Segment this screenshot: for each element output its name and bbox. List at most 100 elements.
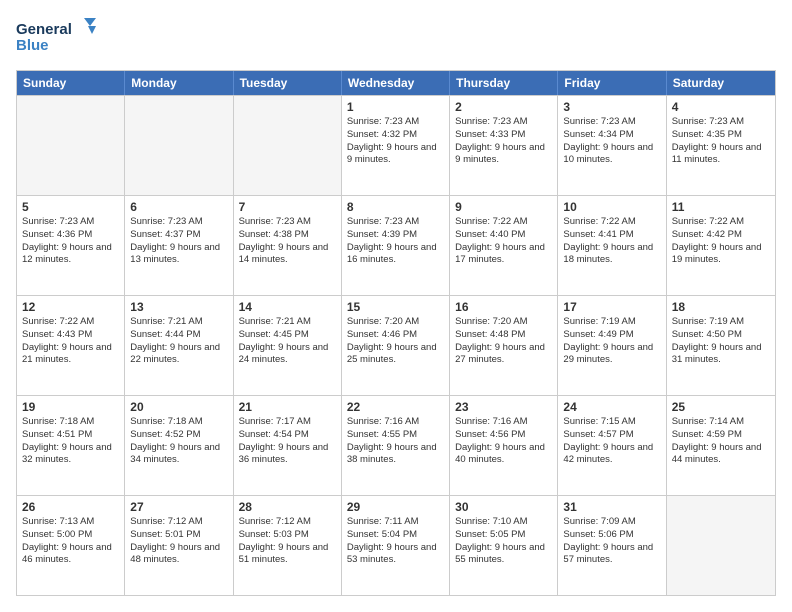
day-number: 9 bbox=[455, 200, 552, 214]
day-info: Sunrise: 7:12 AM Sunset: 5:03 PM Dayligh… bbox=[239, 516, 336, 567]
day-info: Sunrise: 7:10 AM Sunset: 5:05 PM Dayligh… bbox=[455, 516, 552, 567]
calendar-day-13: 13 Sunrise: 7:21 AM Sunset: 4:44 PM Dayli… bbox=[125, 296, 233, 395]
day-info: Sunrise: 7:12 AM Sunset: 5:01 PM Dayligh… bbox=[130, 516, 227, 567]
day-info: Sunrise: 7:19 AM Sunset: 4:49 PM Dayligh… bbox=[563, 316, 660, 367]
calendar-day-28: 28 Sunrise: 7:12 AM Sunset: 5:03 PM Dayli… bbox=[234, 496, 342, 595]
calendar-header: SundayMondayTuesdayWednesdayThursdayFrid… bbox=[17, 71, 775, 95]
calendar-day-20: 20 Sunrise: 7:18 AM Sunset: 4:52 PM Dayli… bbox=[125, 396, 233, 495]
calendar-day-15: 15Sunrise: 7:20 AM Sunset: 4:46 PM Dayli… bbox=[342, 296, 450, 395]
weekday-header: Thursday bbox=[450, 71, 558, 95]
day-info: Sunrise: 7:18 AM Sunset: 4:52 PM Dayligh… bbox=[130, 416, 227, 467]
day-number: 19 bbox=[22, 400, 119, 414]
day-info: Sunrise: 7:20 AM Sunset: 4:48 PM Dayligh… bbox=[455, 316, 552, 367]
calendar-row: 26Sunrise: 7:13 AM Sunset: 5:00 PM Dayli… bbox=[17, 495, 775, 595]
day-info: Sunrise: 7:23 AM Sunset: 4:34 PM Dayligh… bbox=[563, 116, 660, 167]
day-info: Sunrise: 7:22 AM Sunset: 4:42 PM Dayligh… bbox=[672, 216, 770, 267]
day-number: 12 bbox=[22, 300, 119, 314]
day-number: 2 bbox=[455, 100, 552, 114]
day-number: 8 bbox=[347, 200, 444, 214]
calendar-day-16: 16 Sunrise: 7:20 AM Sunset: 4:48 PM Dayli… bbox=[450, 296, 558, 395]
day-info: Sunrise: 7:20 AM Sunset: 4:46 PM Dayligh… bbox=[347, 316, 444, 367]
day-number: 27 bbox=[130, 500, 227, 514]
day-number: 30 bbox=[455, 500, 552, 514]
weekday-header: Wednesday bbox=[342, 71, 450, 95]
day-number: 11 bbox=[672, 200, 770, 214]
day-info: Sunrise: 7:16 AM Sunset: 4:55 PM Dayligh… bbox=[347, 416, 444, 467]
day-number: 26 bbox=[22, 500, 119, 514]
calendar-day-23: 23 Sunrise: 7:16 AM Sunset: 4:56 PM Dayli… bbox=[450, 396, 558, 495]
day-number: 1 bbox=[347, 100, 444, 114]
logo-svg: General Blue bbox=[16, 16, 96, 60]
calendar-day-9: 9 Sunrise: 7:22 AM Sunset: 4:40 PM Daylig… bbox=[450, 196, 558, 295]
day-number: 3 bbox=[563, 100, 660, 114]
day-info: Sunrise: 7:23 AM Sunset: 4:36 PM Dayligh… bbox=[22, 216, 119, 267]
calendar-row: 19 Sunrise: 7:18 AM Sunset: 4:51 PM Dayli… bbox=[17, 395, 775, 495]
day-number: 10 bbox=[563, 200, 660, 214]
day-number: 16 bbox=[455, 300, 552, 314]
day-number: 5 bbox=[22, 200, 119, 214]
day-number: 7 bbox=[239, 200, 336, 214]
day-info: Sunrise: 7:11 AM Sunset: 5:04 PM Dayligh… bbox=[347, 516, 444, 567]
calendar-day-29: 29 Sunrise: 7:11 AM Sunset: 5:04 PM Dayli… bbox=[342, 496, 450, 595]
day-info: Sunrise: 7:23 AM Sunset: 4:33 PM Dayligh… bbox=[455, 116, 552, 167]
calendar-day-6: 6Sunrise: 7:23 AM Sunset: 4:37 PM Daylig… bbox=[125, 196, 233, 295]
weekday-header: Monday bbox=[125, 71, 233, 95]
day-info: Sunrise: 7:16 AM Sunset: 4:56 PM Dayligh… bbox=[455, 416, 552, 467]
calendar-day-22: 22Sunrise: 7:16 AM Sunset: 4:55 PM Dayli… bbox=[342, 396, 450, 495]
calendar-day-31: 31 Sunrise: 7:09 AM Sunset: 5:06 PM Dayli… bbox=[558, 496, 666, 595]
calendar-row: 5 Sunrise: 7:23 AM Sunset: 4:36 PM Daylig… bbox=[17, 195, 775, 295]
day-number: 29 bbox=[347, 500, 444, 514]
day-number: 20 bbox=[130, 400, 227, 414]
day-info: Sunrise: 7:21 AM Sunset: 4:44 PM Dayligh… bbox=[130, 316, 227, 367]
calendar-day-14: 14 Sunrise: 7:21 AM Sunset: 4:45 PM Dayli… bbox=[234, 296, 342, 395]
day-info: Sunrise: 7:23 AM Sunset: 4:38 PM Dayligh… bbox=[239, 216, 336, 267]
svg-text:Blue: Blue bbox=[16, 37, 49, 54]
weekday-header: Saturday bbox=[667, 71, 775, 95]
calendar-day-7: 7 Sunrise: 7:23 AM Sunset: 4:38 PM Daylig… bbox=[234, 196, 342, 295]
calendar-day-25: 25 Sunrise: 7:14 AM Sunset: 4:59 PM Dayli… bbox=[667, 396, 775, 495]
calendar-row: 1Sunrise: 7:23 AM Sunset: 4:32 PM Daylig… bbox=[17, 95, 775, 195]
day-number: 4 bbox=[672, 100, 770, 114]
calendar-day-5: 5 Sunrise: 7:23 AM Sunset: 4:36 PM Daylig… bbox=[17, 196, 125, 295]
day-number: 21 bbox=[239, 400, 336, 414]
day-info: Sunrise: 7:23 AM Sunset: 4:35 PM Dayligh… bbox=[672, 116, 770, 167]
weekday-header: Sunday bbox=[17, 71, 125, 95]
calendar-day-8: 8 Sunrise: 7:23 AM Sunset: 4:39 PM Daylig… bbox=[342, 196, 450, 295]
calendar-day-11: 11 Sunrise: 7:22 AM Sunset: 4:42 PM Dayli… bbox=[667, 196, 775, 295]
day-number: 28 bbox=[239, 500, 336, 514]
day-info: Sunrise: 7:09 AM Sunset: 5:06 PM Dayligh… bbox=[563, 516, 660, 567]
calendar: SundayMondayTuesdayWednesdayThursdayFrid… bbox=[16, 70, 776, 596]
calendar-row: 12Sunrise: 7:22 AM Sunset: 4:43 PM Dayli… bbox=[17, 295, 775, 395]
day-info: Sunrise: 7:17 AM Sunset: 4:54 PM Dayligh… bbox=[239, 416, 336, 467]
day-info: Sunrise: 7:15 AM Sunset: 4:57 PM Dayligh… bbox=[563, 416, 660, 467]
calendar-day-12: 12Sunrise: 7:22 AM Sunset: 4:43 PM Dayli… bbox=[17, 296, 125, 395]
day-number: 6 bbox=[130, 200, 227, 214]
calendar-body: 1Sunrise: 7:23 AM Sunset: 4:32 PM Daylig… bbox=[17, 95, 775, 595]
day-number: 18 bbox=[672, 300, 770, 314]
calendar-day-27: 27 Sunrise: 7:12 AM Sunset: 5:01 PM Dayli… bbox=[125, 496, 233, 595]
header: General Blue bbox=[16, 16, 776, 60]
weekday-header: Friday bbox=[558, 71, 666, 95]
calendar-day-18: 18 Sunrise: 7:19 AM Sunset: 4:50 PM Dayli… bbox=[667, 296, 775, 395]
day-number: 13 bbox=[130, 300, 227, 314]
day-number: 17 bbox=[563, 300, 660, 314]
day-info: Sunrise: 7:22 AM Sunset: 4:41 PM Dayligh… bbox=[563, 216, 660, 267]
empty-cell bbox=[667, 496, 775, 595]
day-number: 25 bbox=[672, 400, 770, 414]
day-info: Sunrise: 7:18 AM Sunset: 4:51 PM Dayligh… bbox=[22, 416, 119, 467]
calendar-day-30: 30 Sunrise: 7:10 AM Sunset: 5:05 PM Dayli… bbox=[450, 496, 558, 595]
day-info: Sunrise: 7:22 AM Sunset: 4:40 PM Dayligh… bbox=[455, 216, 552, 267]
day-info: Sunrise: 7:19 AM Sunset: 4:50 PM Dayligh… bbox=[672, 316, 770, 367]
calendar-day-2: 2 Sunrise: 7:23 AM Sunset: 4:33 PM Daylig… bbox=[450, 96, 558, 195]
day-info: Sunrise: 7:23 AM Sunset: 4:39 PM Dayligh… bbox=[347, 216, 444, 267]
svg-text:General: General bbox=[16, 21, 72, 38]
day-number: 23 bbox=[455, 400, 552, 414]
empty-cell bbox=[234, 96, 342, 195]
calendar-day-1: 1Sunrise: 7:23 AM Sunset: 4:32 PM Daylig… bbox=[342, 96, 450, 195]
day-number: 14 bbox=[239, 300, 336, 314]
weekday-header: Tuesday bbox=[234, 71, 342, 95]
day-number: 24 bbox=[563, 400, 660, 414]
day-info: Sunrise: 7:14 AM Sunset: 4:59 PM Dayligh… bbox=[672, 416, 770, 467]
day-number: 31 bbox=[563, 500, 660, 514]
day-info: Sunrise: 7:21 AM Sunset: 4:45 PM Dayligh… bbox=[239, 316, 336, 367]
